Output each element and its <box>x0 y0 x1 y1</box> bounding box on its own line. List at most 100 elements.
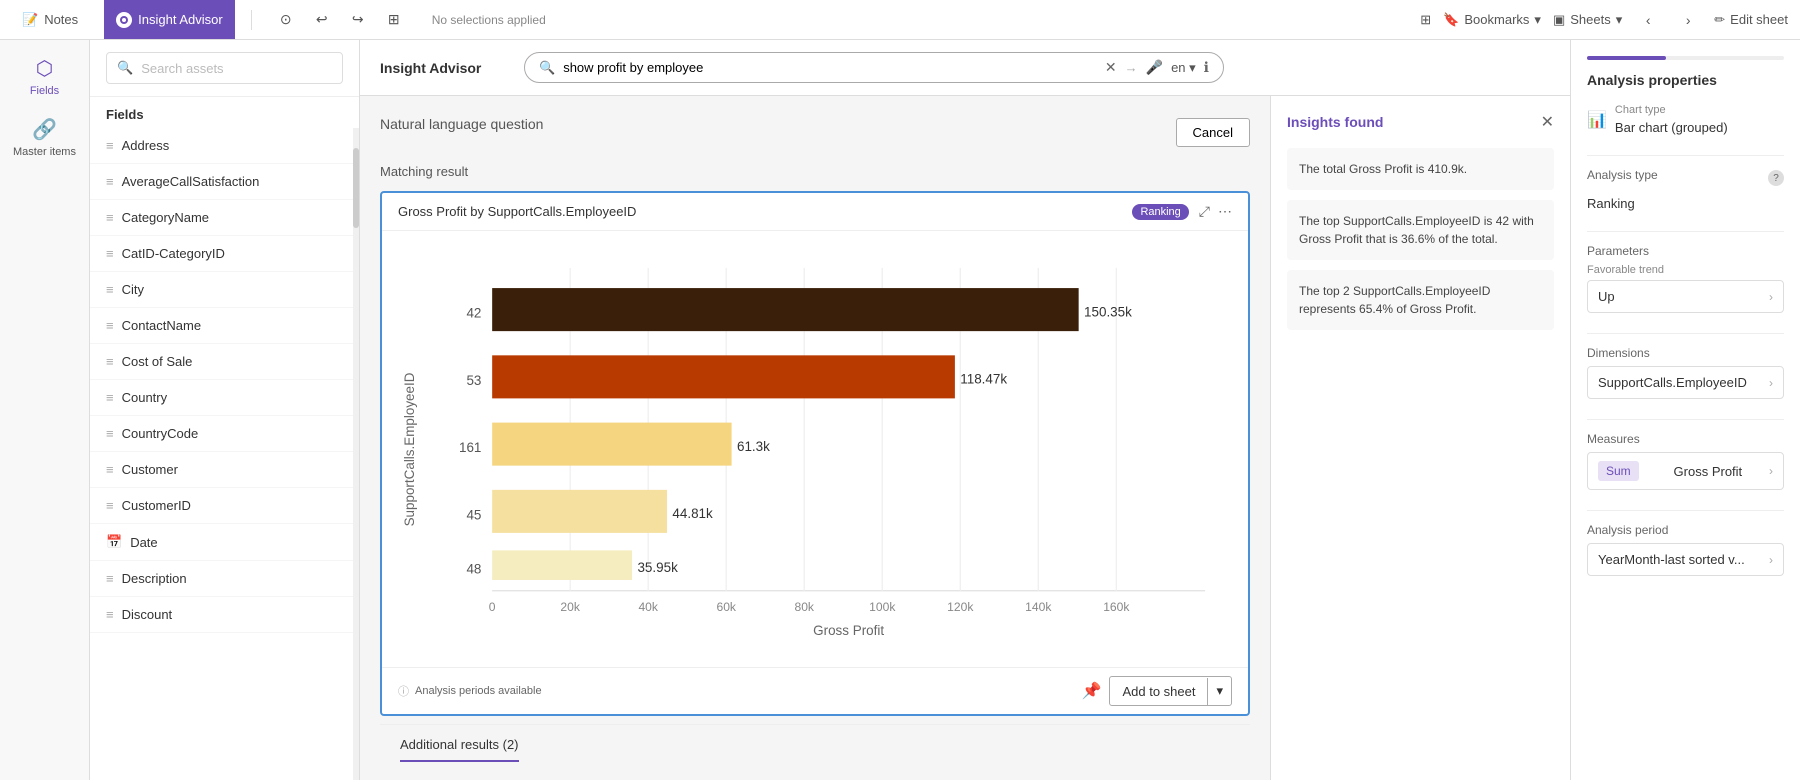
svg-text:160k: 160k <box>1103 600 1130 614</box>
chart-footer: ⓘ Analysis periods available 📌 Add to sh… <box>382 667 1248 714</box>
chart-title: Gross Profit by SupportCalls.EmployeeID <box>398 204 1122 219</box>
bar-48[interactable] <box>492 550 632 580</box>
edit-sheet-btn[interactable]: ✏ Edit sheet <box>1714 12 1788 28</box>
analysis-periods: ⓘ Analysis periods available <box>398 683 542 699</box>
info-btn[interactable]: ℹ <box>1204 59 1209 76</box>
pin-btn[interactable]: 📌 <box>1082 681 1102 701</box>
svg-text:120k: 120k <box>947 600 974 614</box>
field-item-average-call[interactable]: ≡ AverageCallSatisfaction <box>90 164 353 200</box>
nav-back-btn[interactable]: ‹ <box>1634 6 1662 34</box>
field-item-country[interactable]: ≡ Country <box>90 380 353 416</box>
notes-tab[interactable]: 📝 Notes <box>12 0 88 39</box>
y-axis-label: SupportCalls.EmployeeID <box>402 372 417 526</box>
cancel-button[interactable]: Cancel <box>1176 118 1250 147</box>
nlq-header: Natural language question Cancel <box>380 116 1250 148</box>
favorable-trend-item[interactable]: Up › <box>1587 280 1784 313</box>
bar-45[interactable] <box>492 490 667 533</box>
add-to-sheet-button[interactable]: Add to sheet ▾ <box>1109 676 1232 706</box>
field-item-address[interactable]: ≡ Address <box>90 128 353 164</box>
chart-card-actions: ⤢ ⋯ <box>1199 203 1232 220</box>
field-icon: ≡ <box>106 498 114 513</box>
sheets-btn[interactable]: ▣ Sheets ▾ <box>1553 12 1622 28</box>
help-icon[interactable]: ? <box>1768 170 1784 186</box>
content-area: Insight Advisor 🔍 ✕ → 🎤 en ▾ ℹ Natural l… <box>360 40 1570 780</box>
field-item-customer[interactable]: ≡ Customer <box>90 452 353 488</box>
smart-search-btn[interactable]: ⊙ <box>272 6 300 34</box>
nav-right: ⊞ 🔖 Bookmarks ▾ ▣ Sheets ▾ ‹ › ✏ Edit sh… <box>1420 6 1788 34</box>
additional-results-tab[interactable]: Additional results (2) <box>400 737 519 762</box>
scroll-track[interactable] <box>353 128 359 780</box>
insight-item-1: The top SupportCalls.EmployeeID is 42 wi… <box>1287 200 1554 260</box>
left-sidebar: ⬡ Fields 🔗 Master items <box>0 40 90 780</box>
scroll-thumb[interactable] <box>353 148 359 228</box>
redo-btn[interactable]: ↪ <box>344 6 372 34</box>
no-selections-label: No selections applied <box>432 13 546 27</box>
lang-selector[interactable]: en ▾ <box>1171 60 1196 76</box>
measure-item[interactable]: Sum Gross Profit › <box>1587 452 1784 490</box>
field-item-description[interactable]: ≡ Description <box>90 561 353 597</box>
clear-search-btn[interactable]: ✕ <box>1105 59 1117 76</box>
field-icon: ≡ <box>106 571 114 586</box>
bar-42[interactable] <box>492 288 1078 331</box>
undo-btn[interactable]: ↩ <box>308 6 336 34</box>
svg-text:48: 48 <box>466 561 481 576</box>
sidebar-item-master-items[interactable]: 🔗 Master items <box>7 109 82 166</box>
nav-forward-btn[interactable]: › <box>1674 6 1702 34</box>
selections-btn[interactable]: ⊞ <box>380 6 408 34</box>
chevron-right-icon: › <box>1769 553 1773 567</box>
field-item-cost-of-sale[interactable]: ≡ Cost of Sale <box>90 344 353 380</box>
add-to-sheet-arrow[interactable]: ▾ <box>1208 677 1231 705</box>
ranking-badge: Ranking <box>1132 204 1188 220</box>
insights-panel: Insights found ✕ The total Gross Profit … <box>1270 96 1570 780</box>
ia-search-input[interactable] <box>563 60 1097 75</box>
mic-btn[interactable]: 🎤 <box>1146 59 1163 76</box>
right-panel-title: Analysis properties <box>1587 72 1784 88</box>
matching-result-title: Matching result <box>380 164 1250 179</box>
analysis-period-section: Analysis period YearMonth-last sorted v.… <box>1587 523 1784 576</box>
search-icon: 🔍 <box>117 60 133 76</box>
insight-advisor-tab[interactable]: Insight Advisor <box>104 0 235 39</box>
main-content: Natural language question Cancel Matchin… <box>360 96 1570 780</box>
search-assets-input[interactable]: 🔍 Search assets <box>106 52 343 84</box>
field-item-city[interactable]: ≡ City <box>90 272 353 308</box>
bar-53[interactable] <box>492 355 955 398</box>
scroll-indicator-top <box>1587 56 1784 60</box>
field-item-date[interactable]: 📅 Date <box>90 524 353 561</box>
insight-advisor-icon <box>116 12 132 28</box>
field-item-country-code[interactable]: ≡ CountryCode <box>90 416 353 452</box>
sidebar-item-fields[interactable]: ⬡ Fields <box>7 48 82 105</box>
bookmarks-btn[interactable]: 🔖 Bookmarks ▾ <box>1443 12 1541 28</box>
additional-results: Additional results (2) <box>380 724 1250 762</box>
dimension-item[interactable]: SupportCalls.EmployeeID › <box>1587 366 1784 399</box>
chart-card-header: Gross Profit by SupportCalls.EmployeeID … <box>382 193 1248 231</box>
ia-header: Insight Advisor 🔍 ✕ → 🎤 en ▾ ℹ <box>360 40 1570 96</box>
divider-4 <box>1587 419 1784 420</box>
chevron-right-icon: › <box>1769 376 1773 390</box>
field-item-category-name[interactable]: ≡ CategoryName <box>90 200 353 236</box>
ia-title: Insight Advisor <box>380 60 500 76</box>
nlq-area: Natural language question Cancel Matchin… <box>360 96 1270 780</box>
fields-icon: ⬡ <box>36 56 53 81</box>
fields-list: ≡ Address ≡ AverageCallSatisfaction ≡ Ca… <box>90 128 353 780</box>
insights-title: Insights found <box>1287 114 1383 130</box>
bar-161[interactable] <box>492 423 731 466</box>
fields-panel-header: 🔍 Search assets <box>90 40 359 97</box>
field-item-contact-name[interactable]: ≡ ContactName <box>90 308 353 344</box>
field-item-discount[interactable]: ≡ Discount <box>90 597 353 633</box>
nlq-title: Natural language question <box>380 116 543 132</box>
svg-text:60k: 60k <box>716 600 736 614</box>
more-options-btn[interactable]: ⋯ <box>1218 203 1232 220</box>
svg-text:118.47k: 118.47k <box>960 372 1007 387</box>
field-item-catid[interactable]: ≡ CatID-CategoryID <box>90 236 353 272</box>
search-bar-icon: 🔍 <box>539 60 555 76</box>
field-item-customer-id[interactable]: ≡ CustomerID <box>90 488 353 524</box>
insights-close-btn[interactable]: ✕ <box>1541 112 1554 132</box>
expand-btn[interactable]: ⤢ <box>1199 203 1210 220</box>
chevron-right-icon: › <box>1769 464 1773 478</box>
svg-text:150.35k: 150.35k <box>1084 304 1132 319</box>
grid-view-btn[interactable]: ⊞ <box>1420 12 1431 28</box>
analysis-period-item[interactable]: YearMonth-last sorted v... › <box>1587 543 1784 576</box>
svg-text:44.81k: 44.81k <box>672 506 713 521</box>
ia-search-bar[interactable]: 🔍 ✕ → 🎤 en ▾ ℹ <box>524 52 1224 83</box>
top-nav: 📝 Notes Insight Advisor ⊙ ↩ ↪ ⊞ No selec… <box>0 0 1800 40</box>
